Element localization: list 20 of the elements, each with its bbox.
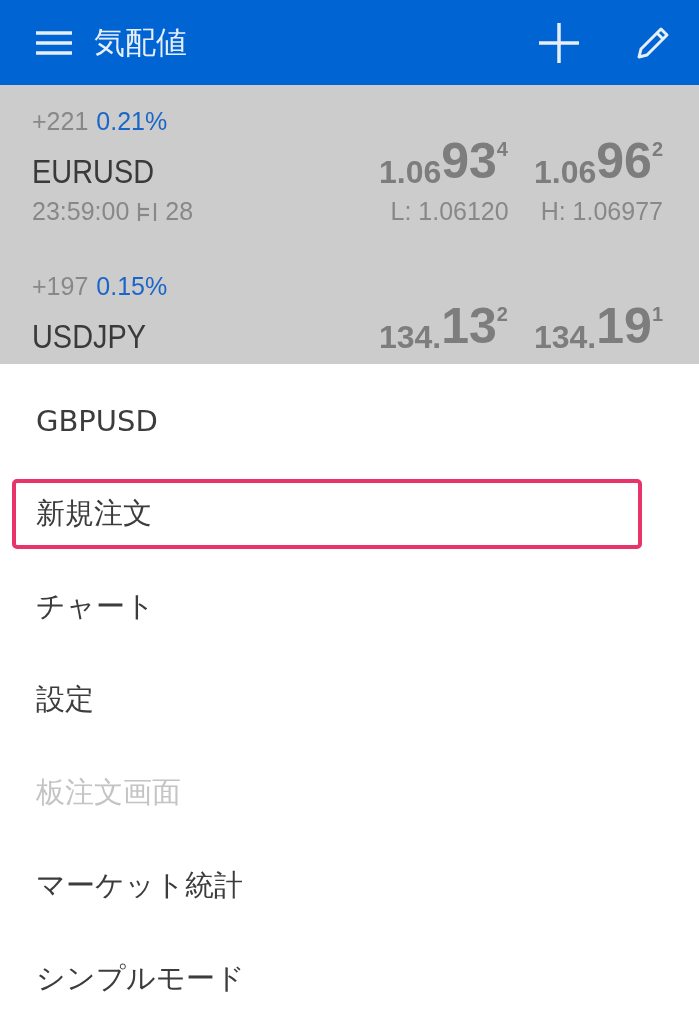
spread-value: 28 xyxy=(165,197,194,226)
change-points: +197 xyxy=(32,272,89,302)
high-price: H: 1.06977 xyxy=(540,197,663,226)
symbol-name: USDJPY xyxy=(32,317,147,356)
quote-time: 23:59:00 xyxy=(32,197,130,226)
add-icon[interactable] xyxy=(539,22,579,63)
menu-item[interactable]: GBPUSD xyxy=(12,385,612,456)
change-percent: 0.21% xyxy=(96,107,168,137)
spread-icon xyxy=(137,200,158,223)
menu-item[interactable]: マーケット統計 xyxy=(12,850,612,921)
screen-title: 気配値 xyxy=(94,22,188,62)
menu-item[interactable]: チャート xyxy=(12,571,612,642)
menu-item[interactable]: 新規注文 xyxy=(12,478,642,549)
change-points: +221 xyxy=(32,107,89,137)
symbol-name: EURUSD xyxy=(32,152,156,191)
change-percent: 0.15% xyxy=(96,272,168,302)
low-price: L: 1.06120 xyxy=(390,197,509,226)
menu-item[interactable]: 設定 xyxy=(12,664,612,735)
menu-icon[interactable] xyxy=(36,30,72,55)
menu-item[interactable]: シンプルモード xyxy=(12,943,612,1014)
